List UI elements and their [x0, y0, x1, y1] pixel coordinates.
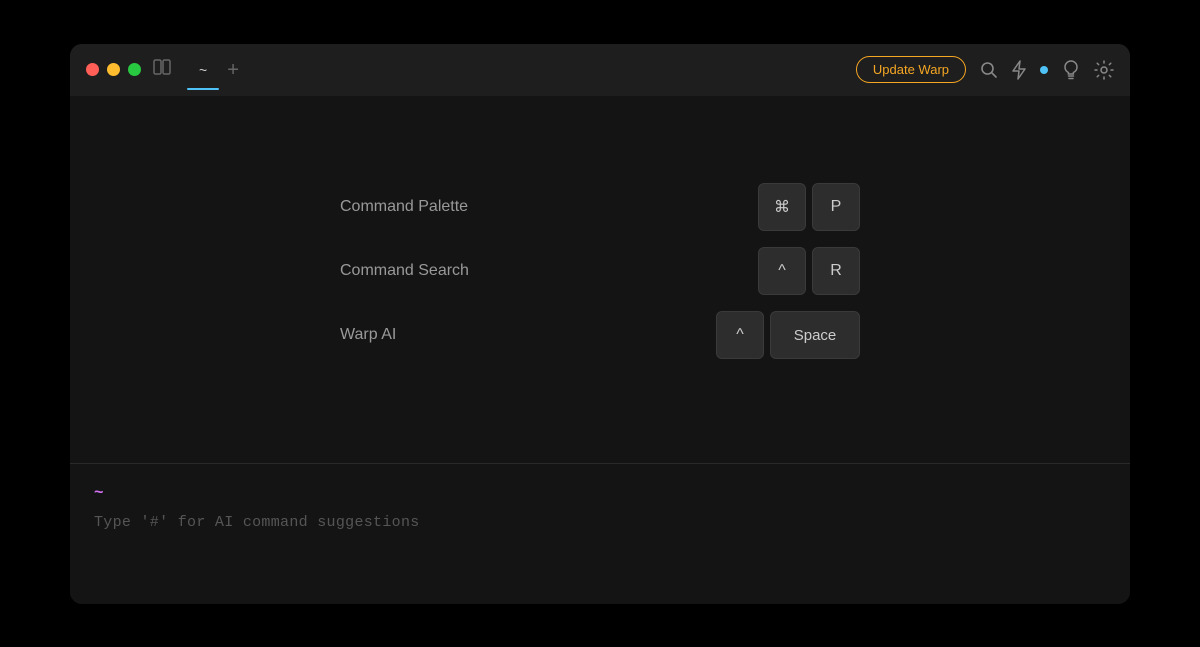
title-bar: ~ + Update Warp — [70, 44, 1130, 96]
command-palette-label: Command Palette — [340, 198, 468, 216]
key-p: P — [812, 183, 860, 231]
key-space: Space — [770, 311, 860, 359]
traffic-lights — [86, 63, 141, 76]
split-icon[interactable] — [153, 59, 171, 80]
close-button[interactable] — [86, 63, 99, 76]
terminal-hint: Type '#' for AI command suggestions — [94, 514, 1106, 531]
command-palette-row: Command Palette ⌘ P — [340, 183, 860, 231]
terminal-prompt: ~ — [94, 484, 1106, 502]
content-area: Command Palette ⌘ P Command Search ^ R W… — [70, 96, 1130, 604]
maximize-button[interactable] — [128, 63, 141, 76]
minimize-button[interactable] — [107, 63, 120, 76]
warp-ai-label: Warp AI — [340, 326, 396, 344]
terminal-section[interactable]: ~ Type '#' for AI command suggestions — [70, 464, 1130, 604]
tab-label: ~ — [199, 62, 207, 78]
key-ctrl2: ^ — [716, 311, 764, 359]
bolt-icon[interactable] — [1012, 60, 1026, 80]
search-icon[interactable] — [980, 61, 998, 79]
blue-indicator — [1040, 66, 1048, 74]
gear-icon[interactable] — [1094, 60, 1114, 80]
terminal-window: ~ + Update Warp — [70, 44, 1130, 604]
command-search-row: Command Search ^ R — [340, 247, 860, 295]
update-warp-button[interactable]: Update Warp — [856, 56, 966, 83]
key-ctrl: ^ — [758, 247, 806, 295]
command-palette-shortcut: ⌘ P — [758, 183, 860, 231]
status-dot — [1040, 66, 1048, 74]
title-bar-right: Update Warp — [856, 56, 1114, 83]
warp-ai-row: Warp AI ^ Space — [340, 311, 860, 359]
commands-section: Command Palette ⌘ P Command Search ^ R W… — [70, 96, 1130, 463]
warp-ai-shortcut: ^ Space — [716, 311, 860, 359]
add-tab-button[interactable]: + — [227, 60, 239, 80]
tab-area: ~ + — [187, 58, 856, 82]
bulb-icon[interactable] — [1062, 60, 1080, 80]
command-search-label: Command Search — [340, 262, 469, 280]
command-search-shortcut: ^ R — [758, 247, 860, 295]
key-r: R — [812, 247, 860, 295]
active-tab[interactable]: ~ — [187, 58, 219, 82]
key-cmd: ⌘ — [758, 183, 806, 231]
